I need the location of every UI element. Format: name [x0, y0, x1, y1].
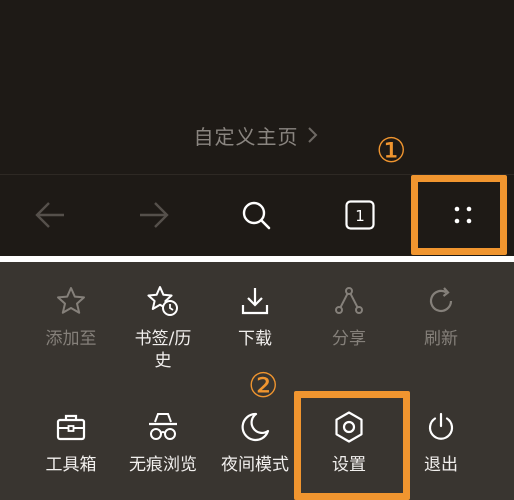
menu-item-download[interactable]: 下载: [210, 284, 300, 350]
browser-screenshot: 自定义主页 1 添加至 书签/历史 下载 分享 刷新 工具箱 无痕浏览 夜间模式…: [0, 0, 514, 500]
menu-item-label: 添加至: [45, 329, 97, 349]
search-icon: [242, 201, 271, 230]
custom-homepage-link[interactable]: 自定义主页: [0, 118, 514, 152]
moon-icon: [238, 410, 272, 444]
menu-item-label: 无痕浏览: [129, 455, 197, 475]
refresh-icon: [424, 284, 458, 318]
menu-item-toolbox[interactable]: 工具箱: [26, 410, 116, 476]
settings-highlight: [294, 391, 410, 500]
menu-item-add-to[interactable]: 添加至: [26, 284, 116, 350]
menu-item-label: 刷新: [424, 329, 458, 349]
search-button[interactable]: [234, 193, 278, 237]
menu-item-label: 书签/历史: [134, 329, 192, 371]
menu-item-label: 退出: [424, 455, 458, 475]
menu-item-night-mode[interactable]: 夜间模式: [210, 410, 300, 476]
star-icon: [54, 284, 88, 318]
tabs-icon: 1: [345, 200, 375, 230]
menu-item-refresh[interactable]: 刷新: [396, 284, 486, 350]
menu-item-share[interactable]: 分享: [304, 284, 394, 350]
step-2-marker: ②: [248, 366, 279, 406]
chevron-right-icon: [307, 127, 317, 143]
step-1-marker: ①: [376, 131, 407, 171]
menu-item-label: 夜间模式: [221, 455, 289, 475]
star-clock-icon: [146, 284, 180, 318]
forward-button[interactable]: [132, 193, 176, 237]
menu-item-label: 工具箱: [45, 455, 97, 475]
menu-item-label: 下载: [238, 329, 272, 349]
arrow-left-icon: [35, 202, 64, 228]
custom-homepage-label: 自定义主页: [193, 124, 299, 149]
menu-button-highlight: [411, 175, 507, 255]
arrow-right-icon: [140, 202, 169, 228]
menu-item-label: 分享: [332, 329, 366, 349]
download-icon: [238, 284, 272, 318]
incognito-icon: [146, 410, 180, 444]
power-icon: [424, 410, 458, 444]
menu-item-bookmarks-history[interactable]: 书签/历史: [118, 284, 208, 372]
menu-item-incognito[interactable]: 无痕浏览: [118, 410, 208, 476]
tab-count: 1: [355, 207, 365, 225]
back-button[interactable]: [28, 193, 72, 237]
tabs-button[interactable]: 1: [338, 193, 382, 237]
share-icon: [332, 284, 366, 318]
toolbox-icon: [54, 410, 88, 444]
